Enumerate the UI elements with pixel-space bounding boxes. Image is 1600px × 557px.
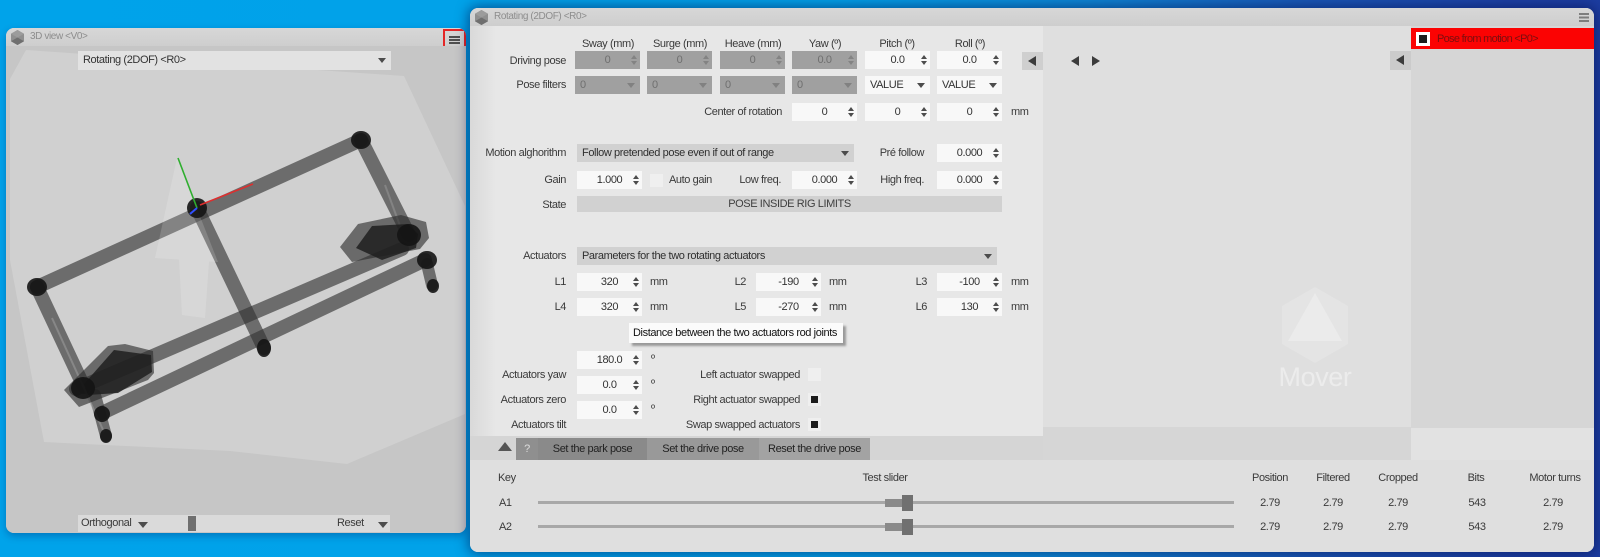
svg-text:Mover: Mover xyxy=(1278,362,1351,392)
